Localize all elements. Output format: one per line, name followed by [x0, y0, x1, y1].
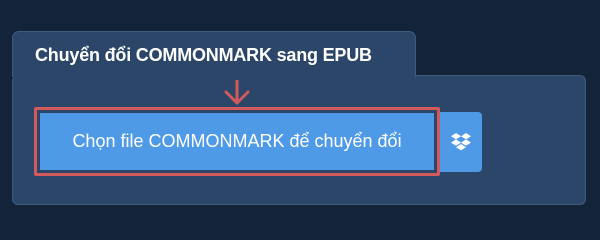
arrow-down-icon [224, 80, 250, 105]
choose-file-label: Chọn file COMMONMARK để chuyển đổi [72, 131, 402, 151]
tab-title: Chuyển đổi COMMONMARK sang EPUB [35, 45, 372, 65]
choose-file-button[interactable]: Chọn file COMMONMARK để chuyển đổi [40, 113, 434, 170]
dropbox-icon [451, 133, 471, 151]
converter-tab: Chuyển đổi COMMONMARK sang EPUB [12, 31, 416, 77]
dropbox-button[interactable] [440, 112, 482, 172]
choose-file-highlight: Chọn file COMMONMARK để chuyển đổi [34, 107, 440, 176]
